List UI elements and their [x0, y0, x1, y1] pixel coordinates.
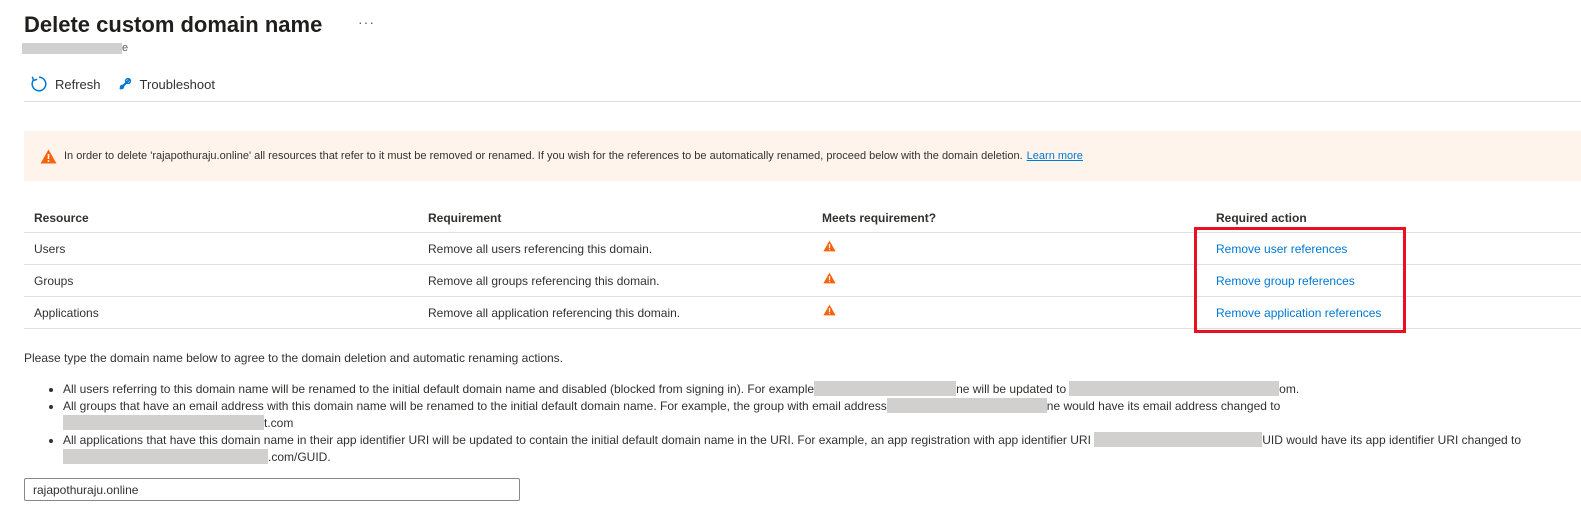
redacted-text	[886, 398, 1047, 413]
meets-requirement-cell	[812, 296, 1206, 329]
confirmation-instructions: Please type the domain name below to agr…	[24, 351, 564, 365]
resource-cell: Users	[24, 232, 418, 265]
toolbar-divider	[24, 101, 1581, 102]
refresh-label: Refresh	[55, 76, 101, 92]
bullet-text: .com/GUID.	[268, 450, 331, 464]
resource-cell: Groups	[24, 264, 418, 297]
warning-icon	[823, 240, 836, 252]
list-item: All applications that have this domain n…	[63, 432, 1581, 466]
warning-icon	[823, 272, 836, 284]
wrench-icon	[118, 77, 131, 90]
redacted-text	[814, 381, 957, 396]
warning-banner: In order to delete 'rajapothuraju.online…	[24, 131, 1581, 181]
list-item: All users referring to this domain name …	[63, 381, 1581, 398]
domain-name-input[interactable]	[24, 478, 520, 501]
column-header-requirement: Requirement	[418, 204, 812, 233]
bullet-text: ne will be updated to	[956, 382, 1067, 396]
redacted-text	[63, 415, 264, 430]
page-title: Delete custom domain name	[24, 12, 323, 37]
resource-cell: Applications	[24, 296, 418, 329]
bullet-text: ne would have its email address changed …	[1046, 399, 1281, 413]
warning-icon	[40, 149, 57, 163]
refresh-button[interactable]: Refresh	[30, 75, 101, 93]
renaming-actions-list: All users referring to this domain name …	[24, 381, 1581, 466]
bullet-text: All users referring to this domain name …	[63, 382, 815, 396]
bullet-text: t.com	[264, 416, 294, 430]
subtitle-redacted	[22, 43, 122, 54]
redacted-text	[63, 449, 268, 464]
redacted-text	[1069, 381, 1280, 396]
column-header-meets-requirement: Meets requirement?	[812, 204, 1206, 233]
bullet-text: om.	[1279, 382, 1300, 396]
bullet-text: UID would have its app identifier URI ch…	[1262, 433, 1522, 447]
troubleshoot-label: Troubleshoot	[139, 76, 215, 92]
bullet-text: All groups that have an email address wi…	[63, 399, 887, 413]
meets-requirement-cell	[812, 264, 1206, 297]
more-options-button[interactable]: ···	[358, 14, 375, 30]
redacted-text	[1094, 432, 1263, 447]
column-header-resource: Resource	[24, 204, 418, 233]
requirement-cell: Remove all application referencing this …	[418, 296, 812, 329]
refresh-icon	[31, 76, 47, 92]
page-subtitle: e	[122, 42, 129, 54]
command-bar: Refresh Troubleshoot	[30, 74, 231, 94]
learn-more-link[interactable]: Learn more	[1027, 150, 1083, 162]
warning-icon	[823, 304, 836, 316]
banner-text: In order to delete 'rajapothuraju.online…	[64, 150, 1023, 162]
annotation-highlight-box	[1194, 227, 1406, 333]
meets-requirement-cell	[812, 232, 1206, 265]
list-item: All groups that have an email address wi…	[63, 398, 1581, 432]
bullet-text: All applications that have this domain n…	[63, 433, 1091, 447]
requirement-cell: Remove all users referencing this domain…	[418, 232, 812, 265]
troubleshoot-button[interactable]: Troubleshoot	[117, 76, 215, 92]
requirement-cell: Remove all groups referencing this domai…	[418, 264, 812, 297]
